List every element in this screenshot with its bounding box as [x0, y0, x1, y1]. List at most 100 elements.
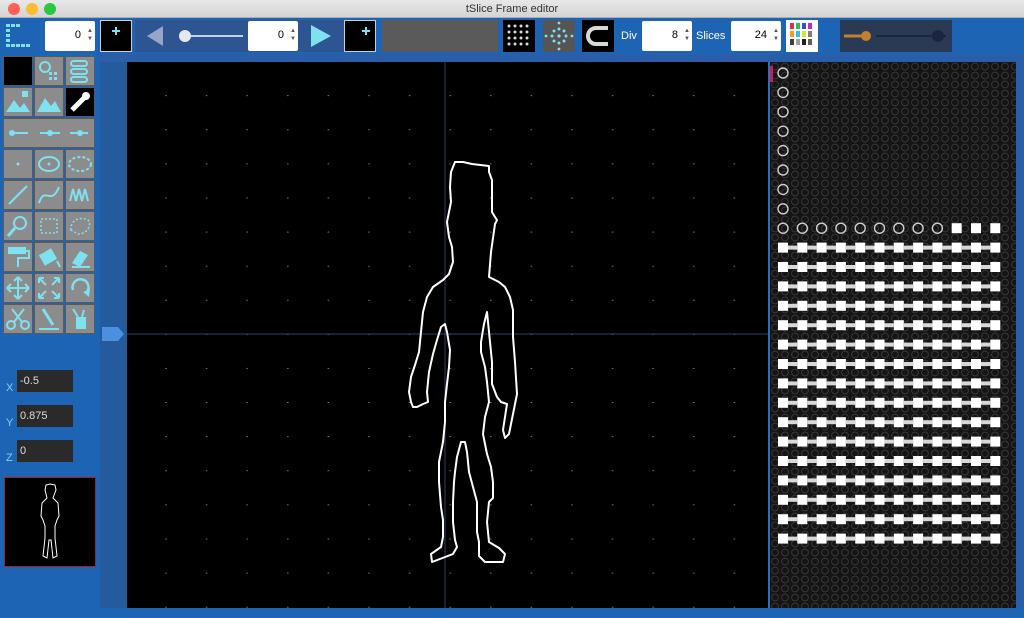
ellipse-tool-icon[interactable]: [34, 149, 64, 179]
led-on: [913, 281, 924, 292]
y-field[interactable]: 0.875: [17, 405, 73, 427]
radial-grid-icon[interactable]: [543, 20, 575, 52]
lasso-select-icon[interactable]: [65, 211, 95, 241]
line-tool-icon[interactable]: [3, 180, 33, 210]
led-link: [903, 265, 914, 269]
led-on: [951, 475, 962, 486]
paint-roller-icon[interactable]: [3, 242, 33, 272]
minimize-window-button[interactable]: [26, 3, 38, 15]
magnify-tool-icon[interactable]: [3, 211, 33, 241]
eyedropper-icon[interactable]: [65, 87, 95, 117]
slider-value-stepper[interactable]: 0 ▲ ▼: [248, 21, 298, 51]
led-link: [961, 439, 971, 444]
led-link: [807, 400, 817, 405]
spray-icon[interactable]: [65, 304, 95, 334]
y-label: Y: [6, 417, 14, 429]
led-on: [951, 436, 962, 447]
led-slice-grid[interactable]: [768, 62, 1016, 608]
stepper-arrows-icon[interactable]: ▲ ▼: [773, 27, 779, 43]
x-field[interactable]: -0.5: [17, 370, 73, 392]
frame-thumbnail[interactable]: [4, 477, 96, 567]
led-link: [961, 497, 971, 502]
plus-icon: [362, 27, 370, 35]
led-on: [932, 456, 943, 466]
stepper-arrows-icon[interactable]: ▲ ▼: [290, 27, 296, 43]
stepper-arrows-icon[interactable]: ▲ ▼: [87, 27, 93, 43]
z-field[interactable]: 0: [17, 440, 73, 462]
ellipse-dashed-tool-icon[interactable]: [65, 149, 95, 179]
eraser-icon[interactable]: [65, 242, 95, 272]
led-on: [893, 242, 904, 253]
curve-tool-icon[interactable]: [34, 180, 64, 210]
slices-stepper[interactable]: 24 ▲ ▼: [731, 21, 781, 51]
led-on: [990, 242, 1001, 253]
settings-grid-icon[interactable]: [34, 56, 64, 86]
point-tool-icon[interactable]: [3, 149, 33, 179]
color-palette-icon[interactable]: [786, 20, 818, 52]
stepper-arrows-icon[interactable]: ▲ ▼: [684, 27, 690, 43]
led-on: [835, 533, 846, 544]
led-on: [913, 397, 924, 408]
pen-node-icon[interactable]: [34, 304, 64, 334]
div-stepper[interactable]: 8 ▲ ▼: [642, 21, 692, 51]
led-link: [981, 284, 991, 289]
close-window-button[interactable]: [8, 3, 20, 15]
vertical-ruler[interactable]: [100, 62, 127, 608]
led-on: [816, 359, 827, 369]
rotate-icon[interactable]: [65, 273, 95, 303]
led-link: [981, 497, 991, 502]
led-link: [981, 342, 991, 347]
play-button[interactable]: [305, 20, 337, 52]
led-link: [961, 536, 971, 541]
led-on: [990, 456, 1001, 466]
freehand-tool-icon[interactable]: [65, 180, 95, 210]
frame-list-icon[interactable]: [4, 20, 36, 52]
led-on: [855, 533, 866, 544]
led-on: [932, 339, 943, 350]
led-link: [884, 362, 894, 366]
tool-palette: X -0.5 Y 0.875 Z 0: [0, 54, 100, 618]
grid-dots-icon[interactable]: [503, 20, 535, 52]
scissors-icon[interactable]: [3, 304, 33, 334]
led-link: [826, 381, 836, 386]
led-link: [884, 303, 894, 308]
led-on: [913, 359, 924, 369]
led-on: [893, 436, 904, 447]
chain-dots-icon[interactable]: [65, 56, 95, 86]
led-link: [788, 517, 798, 522]
led-on: [971, 378, 981, 389]
led-on: [855, 456, 866, 466]
led-link: [884, 265, 894, 269]
led-link: [807, 381, 817, 386]
led-link: [903, 362, 914, 366]
led-on: [835, 514, 846, 525]
magnet-icon[interactable]: [582, 20, 614, 52]
move-icon[interactable]: [3, 273, 33, 303]
landscape-icon[interactable]: [34, 87, 64, 117]
import-image-icon[interactable]: [3, 87, 33, 117]
led-on: [971, 397, 981, 408]
led-link: [942, 284, 952, 289]
led-on: [835, 436, 846, 447]
led-on: [778, 494, 788, 505]
add-frame-after-button[interactable]: [344, 20, 376, 52]
led-link: [826, 497, 836, 502]
rect-select-icon[interactable]: [34, 211, 64, 241]
add-frame-button[interactable]: [100, 20, 132, 52]
led-link: [845, 497, 856, 502]
brush-size-slider[interactable]: [840, 20, 952, 52]
color-swatch-black[interactable]: [3, 56, 33, 86]
led-link: [884, 381, 894, 386]
scale-icon[interactable]: [34, 273, 64, 303]
fill-bucket-icon[interactable]: [34, 242, 64, 272]
led-link: [845, 245, 856, 250]
drawing-canvas[interactable]: [127, 62, 768, 608]
div-value: 8: [671, 29, 678, 41]
led-link: [884, 517, 894, 522]
frame-number-stepper[interactable]: 0 ▲ ▼: [45, 21, 95, 51]
led-link: [865, 478, 875, 483]
led-on: [913, 320, 924, 331]
zoom-window-button[interactable]: [44, 3, 56, 15]
x-label: X: [6, 382, 14, 394]
led-link: [788, 381, 798, 386]
